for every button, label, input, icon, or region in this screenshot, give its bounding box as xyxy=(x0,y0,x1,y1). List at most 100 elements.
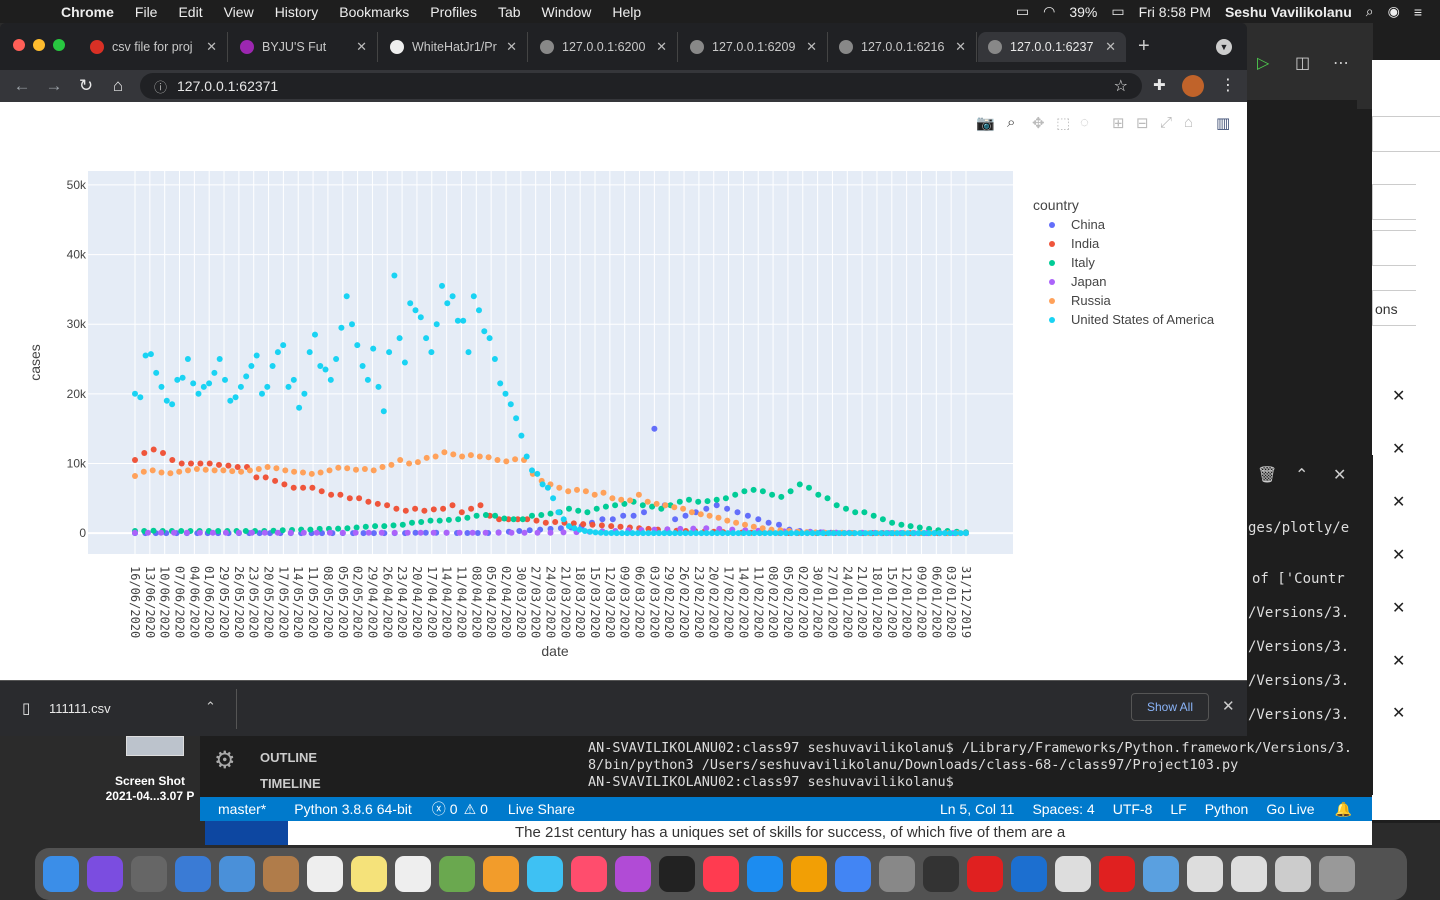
encoding[interactable]: UTF-8 xyxy=(1113,801,1153,817)
menu-window[interactable]: Window xyxy=(542,4,592,20)
close-tab-icon[interactable]: ✕ xyxy=(955,39,966,55)
new-tab-button[interactable]: + xyxy=(1138,35,1150,58)
run-icon[interactable]: ▷ xyxy=(1257,53,1269,73)
dock-app-icon[interactable] xyxy=(1187,856,1223,892)
info-icon[interactable]: ⓘ xyxy=(154,77,167,96)
browser-tab[interactable]: BYJU'S Fut ✕ xyxy=(230,32,378,62)
clock[interactable]: Fri 8:58 PM xyxy=(1139,4,1211,20)
menu-edit[interactable]: Edit xyxy=(178,4,202,20)
language-mode[interactable]: Python xyxy=(1205,801,1249,817)
dock-app-icon[interactable] xyxy=(879,856,915,892)
split-editor-icon[interactable]: ◫ xyxy=(1295,53,1310,73)
battery-percent[interactable]: 39% xyxy=(1069,4,1097,20)
close-icon[interactable]: ✕ xyxy=(1392,651,1405,671)
close-tab-icon[interactable]: ✕ xyxy=(206,39,217,55)
live-share[interactable]: Live Share xyxy=(508,801,575,817)
close-icon[interactable]: ✕ xyxy=(1392,703,1405,723)
forward-icon[interactable]: → xyxy=(38,76,70,96)
close-tab-icon[interactable]: ✕ xyxy=(806,39,817,55)
error-icon[interactable]: ⓧ xyxy=(432,799,446,819)
browser-tab[interactable]: csv file for proj ✕ xyxy=(80,32,228,62)
dock-app-icon[interactable] xyxy=(967,856,1003,892)
menu-tab[interactable]: Tab xyxy=(498,4,521,20)
dock-app-icon[interactable] xyxy=(1275,856,1311,892)
browser-tab[interactable]: 127.0.0.1:6216 ✕ xyxy=(829,32,977,62)
extensions-icon[interactable]: ✚ xyxy=(1153,76,1166,94)
close-window-button[interactable] xyxy=(13,39,25,51)
close-tab-icon[interactable]: ✕ xyxy=(356,39,367,55)
outline-section[interactable]: OUTLINE xyxy=(260,750,317,765)
browser-tab[interactable]: 127.0.0.1:6237 ✕ xyxy=(978,32,1126,62)
close-icon[interactable]: ✕ xyxy=(1222,697,1235,715)
more-actions-icon[interactable]: ⋯ xyxy=(1333,53,1349,73)
url-text[interactable]: 127.0.0.1:62371 xyxy=(177,78,278,94)
menu-profiles[interactable]: Profiles xyxy=(430,4,477,20)
close-icon[interactable]: ✕ xyxy=(1392,598,1405,618)
go-live[interactable]: Go Live xyxy=(1266,801,1314,817)
dock-app-icon[interactable] xyxy=(1231,856,1267,892)
reload-icon[interactable]: ↻ xyxy=(70,76,102,96)
dock-app-icon[interactable] xyxy=(1319,856,1355,892)
dock-app-icon[interactable] xyxy=(175,856,211,892)
dock-app-icon[interactable] xyxy=(615,856,651,892)
cursor-position[interactable]: Ln 5, Col 11 xyxy=(940,801,1014,817)
menu-bookmarks[interactable]: Bookmarks xyxy=(339,4,409,20)
dock-app-icon[interactable] xyxy=(1011,856,1047,892)
dock-app-icon[interactable] xyxy=(791,856,827,892)
chevron-up-icon[interactable]: ⌃ xyxy=(1295,465,1308,485)
dock-app-icon[interactable] xyxy=(571,856,607,892)
dock-app-icon[interactable] xyxy=(263,856,299,892)
warning-icon[interactable]: ⚠ xyxy=(464,801,477,818)
chevron-up-icon[interactable]: ⌃ xyxy=(205,699,216,715)
menu-help[interactable]: Help xyxy=(612,4,641,20)
dock-app-icon[interactable] xyxy=(747,856,783,892)
dock-app-icon[interactable] xyxy=(307,856,343,892)
menu-app-name[interactable]: Chrome xyxy=(61,4,114,20)
warning-count[interactable]: 0 xyxy=(480,801,488,817)
dock-app-icon[interactable] xyxy=(395,856,431,892)
indentation[interactable]: Spaces: 4 xyxy=(1032,801,1094,817)
dock-app-icon[interactable] xyxy=(87,856,123,892)
chrome-menu-icon[interactable]: ⋮ xyxy=(1220,75,1236,95)
back-icon[interactable]: ← xyxy=(6,76,38,96)
user-name[interactable]: Seshu Vavilikolanu xyxy=(1225,4,1352,20)
error-count[interactable]: 0 xyxy=(450,801,458,817)
eol[interactable]: LF xyxy=(1170,801,1186,817)
zoom-window-button[interactable] xyxy=(53,39,65,51)
dock-app-icon[interactable] xyxy=(483,856,519,892)
git-branch[interactable]: master* xyxy=(218,801,266,817)
spotlight-icon[interactable]: ⌕ xyxy=(1366,3,1374,20)
close-tab-icon[interactable]: ✕ xyxy=(506,39,517,55)
close-icon[interactable]: ✕ xyxy=(1392,545,1405,565)
dock-app-icon[interactable] xyxy=(703,856,739,892)
dock-app-icon[interactable] xyxy=(527,856,563,892)
settings-gear-icon[interactable]: ⚙ xyxy=(214,746,236,775)
dock-app-icon[interactable] xyxy=(351,856,387,892)
close-icon[interactable]: ✕ xyxy=(1392,386,1405,406)
address-bar[interactable]: ⓘ 127.0.0.1:62371 ☆ xyxy=(140,73,1142,99)
close-icon[interactable]: ✕ xyxy=(1392,439,1405,459)
dock-app-icon[interactable] xyxy=(439,856,475,892)
menu-history[interactable]: History xyxy=(275,4,319,20)
dock-app-icon[interactable] xyxy=(659,856,695,892)
python-interpreter[interactable]: Python 3.8.6 64-bit xyxy=(294,801,412,817)
close-tab-icon[interactable]: ✕ xyxy=(656,39,667,55)
menu-view[interactable]: View xyxy=(224,4,254,20)
show-all-button[interactable]: Show All xyxy=(1131,693,1209,721)
browser-tab[interactable]: WhiteHatJr1/Pr ✕ xyxy=(380,32,528,62)
bell-icon[interactable]: 🔔 xyxy=(1335,801,1352,818)
desktop-file-label[interactable]: Screen Shot 2021-04...3.07 P xyxy=(100,774,200,804)
menu-file[interactable]: File xyxy=(135,4,158,20)
minimize-window-button[interactable] xyxy=(33,39,45,51)
dock-app-icon[interactable] xyxy=(131,856,167,892)
screenshot-thumbnail[interactable] xyxy=(126,736,184,756)
close-panel-icon[interactable]: ✕ xyxy=(1333,465,1346,485)
tab-search-icon[interactable]: ▼ xyxy=(1216,39,1232,55)
browser-tab[interactable]: 127.0.0.1:6200 ✕ xyxy=(530,32,678,62)
bookmark-star-icon[interactable]: ☆ xyxy=(1114,76,1128,96)
monitor-icon[interactable]: ▭ xyxy=(1016,3,1029,20)
home-icon[interactable]: ⌂ xyxy=(102,76,134,96)
dock-app-icon[interactable] xyxy=(923,856,959,892)
panel-options-label[interactable]: ons xyxy=(1372,290,1416,326)
dock-app-icon[interactable] xyxy=(1099,856,1135,892)
